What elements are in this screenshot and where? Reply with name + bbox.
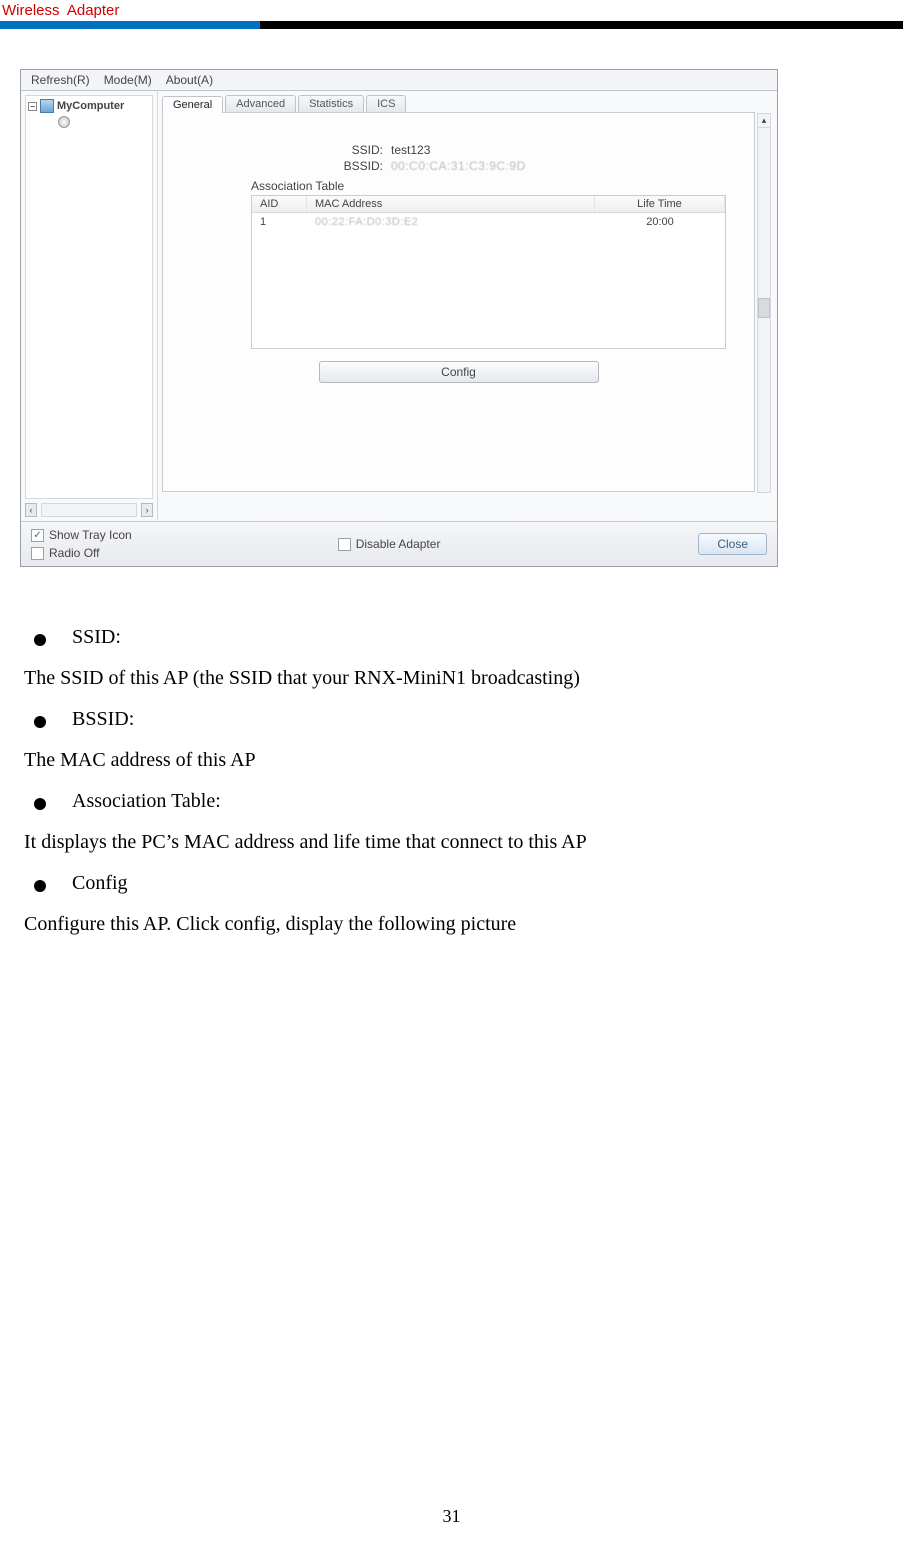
- scroll-track[interactable]: [41, 503, 137, 517]
- description-block: SSID: The SSID of this AP (the SSID that…: [24, 617, 879, 945]
- bssid-value: 00:C0:CA:31:C3:9C:9D: [391, 159, 526, 173]
- desc-t3: It displays the PC’s MAC address and lif…: [24, 822, 879, 863]
- ssid-label: SSID:: [191, 143, 391, 157]
- ssid-value: test123: [391, 143, 430, 157]
- bottom-bar: ✓ Show Tray Icon Radio Off Disable Adapt…: [21, 521, 777, 566]
- page-header-label: Wireless Adapter: [0, 0, 903, 19]
- tree-collapse-icon[interactable]: −: [28, 102, 37, 111]
- computer-icon: [40, 99, 54, 113]
- table-body: 1 00:22:FA:D0:3D:E2 20:00: [252, 213, 725, 348]
- header-bar-dark: [260, 21, 903, 29]
- header-divider: [0, 21, 903, 29]
- sidebar-hscroll[interactable]: ‹ ›: [25, 503, 153, 517]
- desc-t2: The MAC address of this AP: [24, 740, 879, 781]
- th-aid[interactable]: AID: [252, 196, 307, 212]
- desc-t4: Configure this AP. Click config, display…: [24, 904, 879, 945]
- th-mac[interactable]: MAC Address: [307, 196, 595, 212]
- tab-statistics[interactable]: Statistics: [298, 95, 364, 112]
- tree-root-label: MyComputer: [57, 100, 124, 112]
- desc-b1: SSID:: [72, 617, 121, 658]
- menu-mode[interactable]: Mode(M): [104, 73, 152, 87]
- utility-window: Refresh(R) Mode(M) About(A) − MyComputer…: [20, 69, 778, 567]
- bullet-icon: [34, 798, 46, 810]
- association-table: AID MAC Address Life Time 1 00:22:FA:D0:…: [251, 195, 726, 349]
- config-button[interactable]: Config: [319, 361, 599, 383]
- main-panel: General Advanced Statistics ICS SSID: te…: [158, 91, 777, 521]
- page-number: 31: [0, 1506, 903, 1527]
- tree-root[interactable]: − MyComputer: [28, 99, 150, 113]
- scroll-left-icon[interactable]: ‹: [25, 503, 37, 517]
- tree-adapter-icon[interactable]: [58, 116, 70, 128]
- tab-panel-general: SSID: test123 BSSID: 00:C0:CA:31:C3:9C:9…: [162, 112, 755, 492]
- radio-off-checkbox[interactable]: [31, 547, 44, 560]
- association-table-label: Association Table: [251, 179, 726, 193]
- scroll-thumb[interactable]: [758, 298, 770, 318]
- desc-b3: Association Table:: [72, 781, 221, 822]
- th-life[interactable]: Life Time: [595, 196, 725, 212]
- scroll-up-icon[interactable]: ▴: [758, 114, 770, 128]
- tab-advanced[interactable]: Advanced: [225, 95, 296, 112]
- tab-general[interactable]: General: [162, 96, 223, 113]
- desc-b4: Config: [72, 863, 128, 904]
- bullet-icon: [34, 634, 46, 646]
- sidebar: − MyComputer ‹ ›: [21, 91, 158, 521]
- menu-about[interactable]: About(A): [166, 73, 213, 87]
- cell-aid: 1: [252, 216, 307, 228]
- radio-off-label: Radio Off: [49, 546, 99, 560]
- desc-b2: BSSID:: [72, 699, 134, 740]
- tab-ics[interactable]: ICS: [366, 95, 406, 112]
- scroll-right-icon[interactable]: ›: [141, 503, 153, 517]
- show-tray-checkbox[interactable]: ✓: [31, 529, 44, 542]
- tab-bar: General Advanced Statistics ICS: [162, 95, 755, 112]
- main-vscroll[interactable]: ▴: [757, 113, 771, 493]
- cell-life: 20:00: [595, 216, 725, 228]
- bssid-label: BSSID:: [191, 159, 391, 173]
- menu-bar: Refresh(R) Mode(M) About(A): [21, 70, 777, 91]
- header-bar-blue: [0, 21, 260, 29]
- table-header: AID MAC Address Life Time: [252, 196, 725, 213]
- bullet-icon: [34, 716, 46, 728]
- table-row[interactable]: 1 00:22:FA:D0:3D:E2 20:00: [252, 213, 725, 231]
- disable-adapter-checkbox[interactable]: [338, 538, 351, 551]
- device-tree[interactable]: − MyComputer: [25, 95, 153, 499]
- close-button[interactable]: Close: [698, 533, 767, 555]
- desc-t1: The SSID of this AP (the SSID that your …: [24, 658, 879, 699]
- bullet-icon: [34, 880, 46, 892]
- cell-mac: 00:22:FA:D0:3D:E2: [307, 216, 595, 228]
- show-tray-label: Show Tray Icon: [49, 528, 132, 542]
- disable-adapter-label: Disable Adapter: [356, 537, 441, 551]
- menu-refresh[interactable]: Refresh(R): [31, 73, 90, 87]
